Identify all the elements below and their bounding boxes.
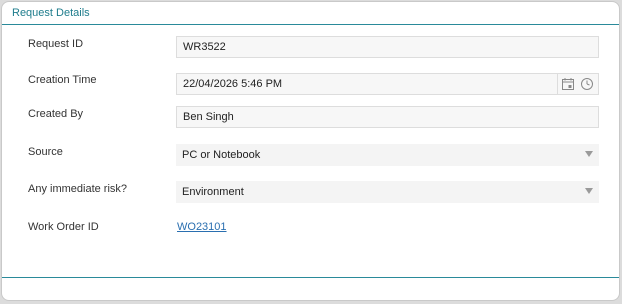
created-by-field[interactable]: Ben Singh bbox=[176, 106, 599, 128]
request-id-label: Request ID bbox=[28, 38, 84, 50]
creation-time-field[interactable]: 22/04/2026 5:46 PM bbox=[176, 73, 599, 95]
panel-footer-divider bbox=[2, 277, 619, 278]
clock-icon[interactable] bbox=[580, 77, 594, 91]
work-order-id-label: Work Order ID bbox=[28, 221, 99, 233]
source-label: Source bbox=[28, 146, 63, 158]
picker-divider bbox=[557, 74, 558, 94]
request-details-panel: Request Details Request ID WR3522 Creati… bbox=[1, 1, 620, 301]
creation-time-label: Creation Time bbox=[28, 74, 97, 86]
chevron-down-icon[interactable] bbox=[585, 188, 593, 194]
created-by-value: Ben Singh bbox=[183, 111, 234, 123]
calendar-icon[interactable] bbox=[561, 77, 575, 91]
chevron-down-icon[interactable] bbox=[585, 151, 593, 157]
work-order-id-link[interactable]: WO23101 bbox=[177, 221, 227, 233]
immediate-risk-label: Any immediate risk? bbox=[28, 183, 128, 195]
immediate-risk-select[interactable]: Environment bbox=[176, 181, 599, 203]
created-by-label: Created By bbox=[28, 108, 84, 120]
source-select[interactable]: PC or Notebook bbox=[176, 144, 599, 166]
request-id-field[interactable]: WR3522 bbox=[176, 36, 599, 58]
immediate-risk-value: Environment bbox=[182, 186, 244, 198]
panel-header: Request Details bbox=[2, 2, 619, 25]
source-value: PC or Notebook bbox=[182, 149, 261, 161]
request-id-value: WR3522 bbox=[183, 41, 226, 53]
panel-title: Request Details bbox=[12, 7, 90, 19]
creation-time-value: 22/04/2026 5:46 PM bbox=[183, 78, 283, 90]
